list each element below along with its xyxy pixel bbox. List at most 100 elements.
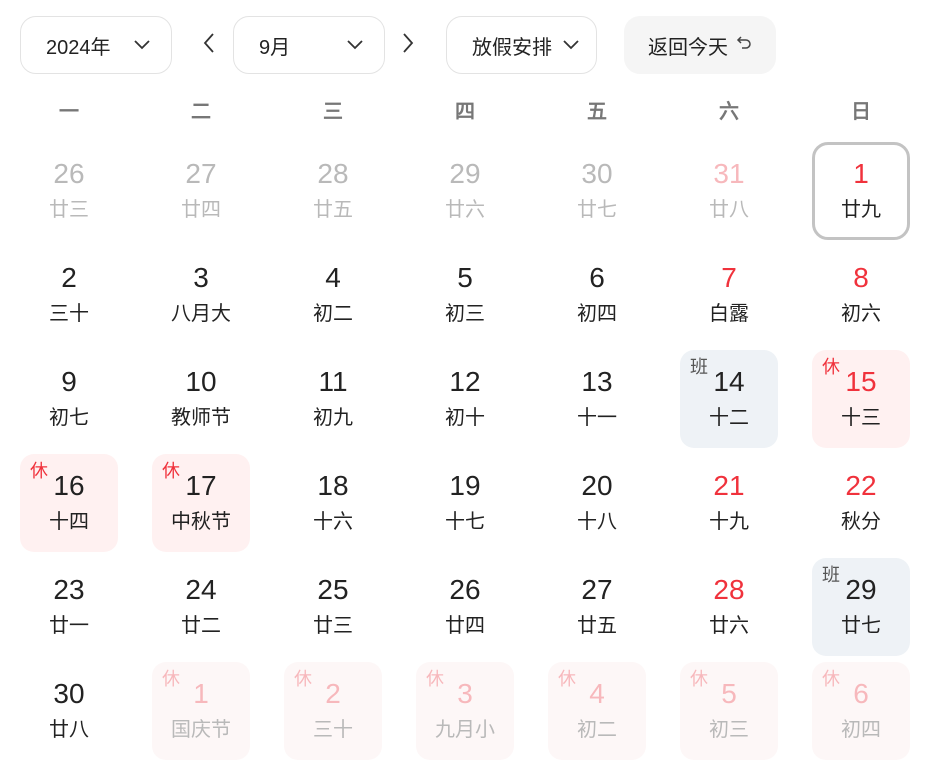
solar-day-number: 25 (317, 574, 349, 605)
solar-day-number: 3 (193, 262, 209, 293)
lunar-date-label: 廿八 (709, 199, 749, 221)
day-cell[interactable]: 休 15 十三 (812, 350, 910, 448)
lunar-date-label: 廿三 (313, 615, 353, 637)
solar-day-number: 1 (193, 678, 209, 709)
solar-day-number: 29 (449, 158, 481, 189)
day-cell[interactable]: 19 十七 (416, 454, 514, 552)
day-cell[interactable]: 22 秋分 (812, 454, 910, 552)
day-cell[interactable]: 休 2 三十 (284, 662, 382, 760)
lunar-date-label: 廿六 (709, 615, 749, 637)
solar-day-number: 2 (325, 678, 341, 709)
solar-day-number: 6 (853, 678, 869, 709)
solar-day-number: 10 (185, 366, 217, 397)
day-cell-today[interactable]: 1 廿九 (812, 142, 910, 240)
day-cell[interactable]: 8 初六 (812, 246, 910, 344)
day-cell[interactable]: 班 14 十二 (680, 350, 778, 448)
day-cell[interactable]: 30 廿八 (20, 662, 118, 760)
lunar-date-label: 廿四 (445, 615, 485, 637)
day-cell[interactable]: 27 廿四 (152, 142, 250, 240)
solar-day-number: 13 (581, 366, 613, 397)
lunar-date-label: 十二 (709, 407, 749, 429)
solar-day-number: 7 (721, 262, 737, 293)
day-cell[interactable]: 3 八月大 (152, 246, 250, 344)
lunar-date-label: 十三 (841, 407, 881, 429)
lunar-date-label: 初三 (709, 719, 749, 741)
day-cell[interactable]: 休 4 初二 (548, 662, 646, 760)
lunar-date-label: 初三 (445, 303, 485, 325)
solar-day-number: 20 (581, 470, 613, 501)
day-cell[interactable]: 23 廿一 (20, 558, 118, 656)
day-cell[interactable]: 26 廿四 (416, 558, 514, 656)
day-cell[interactable]: 休 5 初三 (680, 662, 778, 760)
solar-day-number: 1 (853, 158, 869, 189)
lunar-date-label: 廿九 (841, 199, 881, 221)
solar-day-number: 21 (713, 470, 745, 501)
solar-day-number: 16 (53, 470, 85, 501)
lunar-date-label: 初二 (577, 719, 617, 741)
day-cell[interactable]: 10 教师节 (152, 350, 250, 448)
lunar-date-label: 廿五 (313, 199, 353, 221)
day-cell[interactable]: 休 6 初四 (812, 662, 910, 760)
day-cell[interactable]: 休 17 中秋节 (152, 454, 250, 552)
day-cell[interactable]: 13 十一 (548, 350, 646, 448)
lunar-date-label: 廿七 (577, 199, 617, 221)
lunar-date-label: 九月小 (435, 719, 495, 741)
day-cell[interactable]: 7 白露 (680, 246, 778, 344)
lunar-date-label: 秋分 (841, 511, 881, 533)
solar-day-number: 22 (845, 470, 877, 501)
lunar-date-label: 廿三 (49, 199, 89, 221)
day-cell[interactable]: 2 三十 (20, 246, 118, 344)
day-cell[interactable]: 4 初二 (284, 246, 382, 344)
solar-day-number: 12 (449, 366, 481, 397)
day-cell[interactable]: 6 初四 (548, 246, 646, 344)
solar-day-number: 24 (185, 574, 217, 605)
day-cell[interactable]: 班 29 廿七 (812, 558, 910, 656)
day-cell[interactable]: 29 廿六 (416, 142, 514, 240)
lunar-date-label: 初九 (313, 407, 353, 429)
solar-day-number: 15 (845, 366, 877, 397)
day-cell[interactable]: 12 初十 (416, 350, 514, 448)
solar-day-number: 8 (853, 262, 869, 293)
lunar-date-label: 初七 (49, 407, 89, 429)
calendar-grid: 26 廿三 27 廿四 28 廿五 29 廿六 30 廿七 31 廿八 1 廿九 2 三十 3 八月大 4 初二 5 初三… (0, 0, 932, 778)
day-cell[interactable]: 休 3 九月小 (416, 662, 514, 760)
solar-day-number: 9 (61, 366, 77, 397)
day-cell[interactable]: 18 十六 (284, 454, 382, 552)
day-cell[interactable]: 28 廿六 (680, 558, 778, 656)
day-cell[interactable]: 5 初三 (416, 246, 514, 344)
solar-day-number: 29 (845, 574, 877, 605)
lunar-date-label: 十七 (445, 511, 485, 533)
lunar-date-label: 八月大 (171, 303, 231, 325)
day-cell[interactable]: 26 廿三 (20, 142, 118, 240)
day-cell[interactable]: 30 廿七 (548, 142, 646, 240)
lunar-date-label: 三十 (313, 719, 353, 741)
day-cell[interactable]: 31 廿八 (680, 142, 778, 240)
solar-day-number: 11 (318, 366, 348, 397)
solar-day-number: 31 (713, 158, 745, 189)
solar-day-number: 5 (457, 262, 473, 293)
solar-day-number: 27 (581, 574, 613, 605)
lunar-date-label: 廿八 (49, 719, 89, 741)
lunar-date-label: 廿七 (841, 615, 881, 637)
day-cell[interactable]: 25 廿三 (284, 558, 382, 656)
day-cell[interactable]: 休 16 十四 (20, 454, 118, 552)
lunar-date-label: 初四 (841, 719, 881, 741)
solar-day-number: 30 (53, 678, 85, 709)
lunar-date-label: 廿一 (49, 615, 89, 637)
lunar-date-label: 十四 (49, 511, 89, 533)
day-cell[interactable]: 休 1 国庆节 (152, 662, 250, 760)
solar-day-number: 26 (449, 574, 481, 605)
solar-day-number: 17 (185, 470, 217, 501)
day-cell[interactable]: 11 初九 (284, 350, 382, 448)
day-cell[interactable]: 24 廿二 (152, 558, 250, 656)
day-cell[interactable]: 21 十九 (680, 454, 778, 552)
day-cell[interactable]: 9 初七 (20, 350, 118, 448)
day-cell[interactable]: 28 廿五 (284, 142, 382, 240)
solar-day-number: 14 (713, 366, 745, 397)
lunar-date-label: 国庆节 (171, 719, 231, 741)
day-cell[interactable]: 20 十八 (548, 454, 646, 552)
lunar-date-label: 廿六 (445, 199, 485, 221)
day-cell[interactable]: 27 廿五 (548, 558, 646, 656)
solar-day-number: 26 (53, 158, 85, 189)
lunar-date-label: 廿五 (577, 615, 617, 637)
